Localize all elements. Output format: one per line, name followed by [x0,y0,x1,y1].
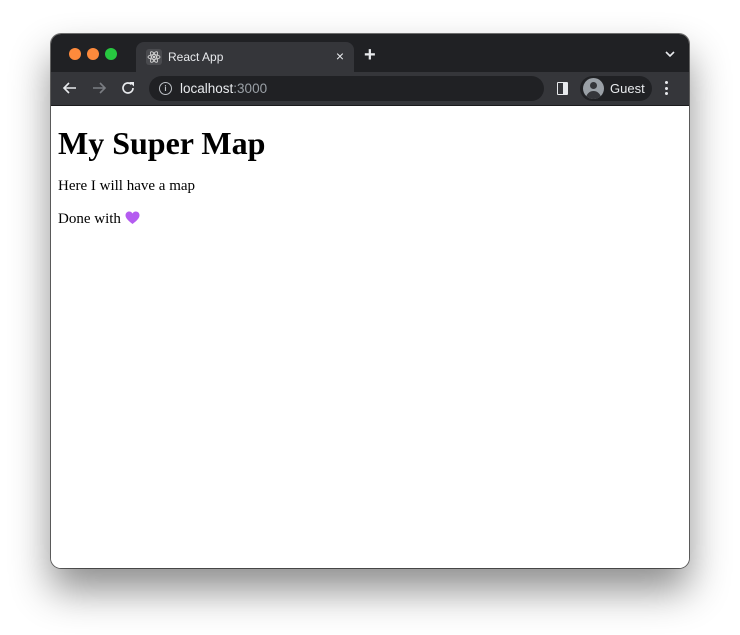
purple-heart-icon [125,211,140,230]
url-host: localhost [180,81,234,96]
avatar-icon [583,78,604,99]
tab-title: React App [168,50,224,64]
reload-icon [122,82,134,94]
back-button[interactable] [61,79,79,97]
reload-button[interactable] [119,79,137,97]
react-atom-icon [146,49,162,65]
tab-react-app[interactable]: React App × [136,42,354,72]
tab-search-chevron-down-icon[interactable] [663,47,677,59]
url-text[interactable]: localhost:3000 [180,81,267,96]
url-port: :3000 [233,81,268,96]
profile-button[interactable]: Guest [580,76,652,101]
page-content: My Super Map Here I will have a map Done… [51,106,689,568]
forward-button[interactable] [90,79,108,97]
browser-window: React App × + i localhost:3000 Guest My … [51,34,689,568]
arrow-right-icon [93,82,107,94]
tab-bar: React App × + [51,34,689,72]
page-heading: My Super Map [58,125,266,161]
address-bar[interactable]: i localhost:3000 [149,76,544,101]
tab-close-icon[interactable]: × [336,48,344,64]
toolbar: i localhost:3000 Guest [51,72,689,106]
arrow-left-icon [62,82,76,94]
new-tab-button[interactable]: + [364,45,376,65]
window-minimize-button[interactable] [87,48,99,60]
footer-paragraph: Done with [58,210,682,230]
info-icon[interactable]: i [159,82,172,95]
side-panel-icon[interactable] [557,82,568,95]
window-close-button[interactable] [69,48,81,60]
intro-paragraph: Here I will have a map [58,178,196,194]
footer-text: Done with [58,211,121,227]
more-menu-icon[interactable] [665,81,669,97]
window-maximize-button[interactable] [105,48,117,60]
profile-name: Guest [610,81,645,96]
